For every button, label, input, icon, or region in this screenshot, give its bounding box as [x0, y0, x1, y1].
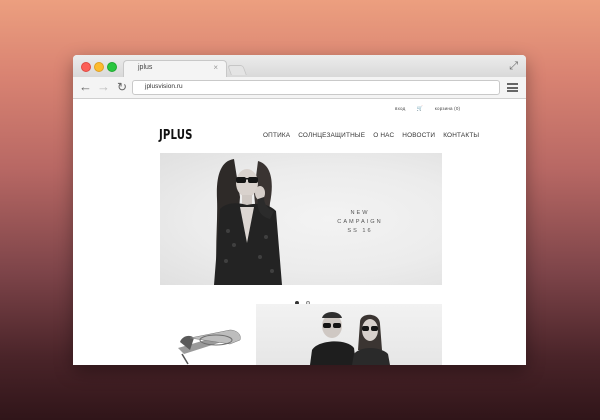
hero-subtitle: SS 16 — [347, 228, 373, 234]
window-close-button[interactable] — [81, 62, 91, 72]
hero-caption: NEW CAMPAIGN SS 16 — [330, 209, 390, 236]
forward-icon[interactable]: → — [97, 79, 110, 95]
new-tab-button[interactable] — [227, 65, 247, 75]
window-maximize-button[interactable] — [107, 62, 117, 72]
address-bar[interactable]: jplusvision.ru — [132, 80, 500, 95]
nav-item-news[interactable]: НОВОСТИ — [402, 132, 435, 139]
browser-toolbar: ← → ↻ jplusvision.ru — [73, 77, 526, 99]
hero-title: NEW CAMPAIGN — [337, 210, 383, 225]
couple-image — [310, 312, 390, 365]
top-links: вход 🛒 корзина (0) — [395, 106, 480, 112]
window-minimize-button[interactable] — [94, 62, 104, 72]
close-icon[interactable]: × — [213, 63, 218, 72]
web-page: вход 🛒 корзина (0) JPLUS ОПТИКА СОЛНЦЕЗА… — [73, 99, 526, 365]
product-tile-glasses[interactable] — [160, 304, 251, 365]
cart-link[interactable]: 🛒 корзина (0) — [416, 106, 470, 112]
cart-label: корзина (0) — [434, 106, 461, 111]
nav-item-optics[interactable]: ОПТИКА — [263, 132, 290, 139]
reload-icon[interactable]: ↻ — [117, 79, 127, 95]
browser-tab[interactable]: jplus × — [123, 60, 227, 77]
address-url: jplusvision.ru — [145, 83, 183, 90]
main-nav: ОПТИКА СОЛНЦЕЗАЩИТНЫЕ О НАС НОВОСТИ КОНТ… — [263, 132, 479, 139]
browser-window: jplus × ⤢ ← → ↻ jplusvision.ru вход 🛒 ко… — [73, 55, 526, 365]
glasses-image — [178, 329, 241, 365]
nav-item-contacts[interactable]: КОНТАКТЫ — [443, 132, 479, 139]
nav-item-sunglasses[interactable]: СОЛНЦЕЗАЩИТНЫЕ — [298, 132, 365, 139]
nav-item-about[interactable]: О НАС — [373, 132, 394, 139]
fullscreen-icon[interactable]: ⤢ — [509, 60, 518, 73]
tab-title: jplus — [138, 64, 153, 71]
hero-banner[interactable]: NEW CAMPAIGN SS 16 — [160, 153, 442, 285]
cart-icon: 🛒 — [416, 106, 424, 112]
back-icon[interactable]: ← — [79, 79, 92, 95]
site-logo[interactable]: JPLUS — [159, 128, 193, 143]
login-link[interactable]: вход — [395, 106, 405, 111]
hero-model-image — [214, 159, 282, 285]
menu-icon[interactable] — [507, 83, 518, 92]
title-bar: jplus × ⤢ — [73, 55, 526, 77]
campaign-tile[interactable] — [256, 304, 442, 365]
